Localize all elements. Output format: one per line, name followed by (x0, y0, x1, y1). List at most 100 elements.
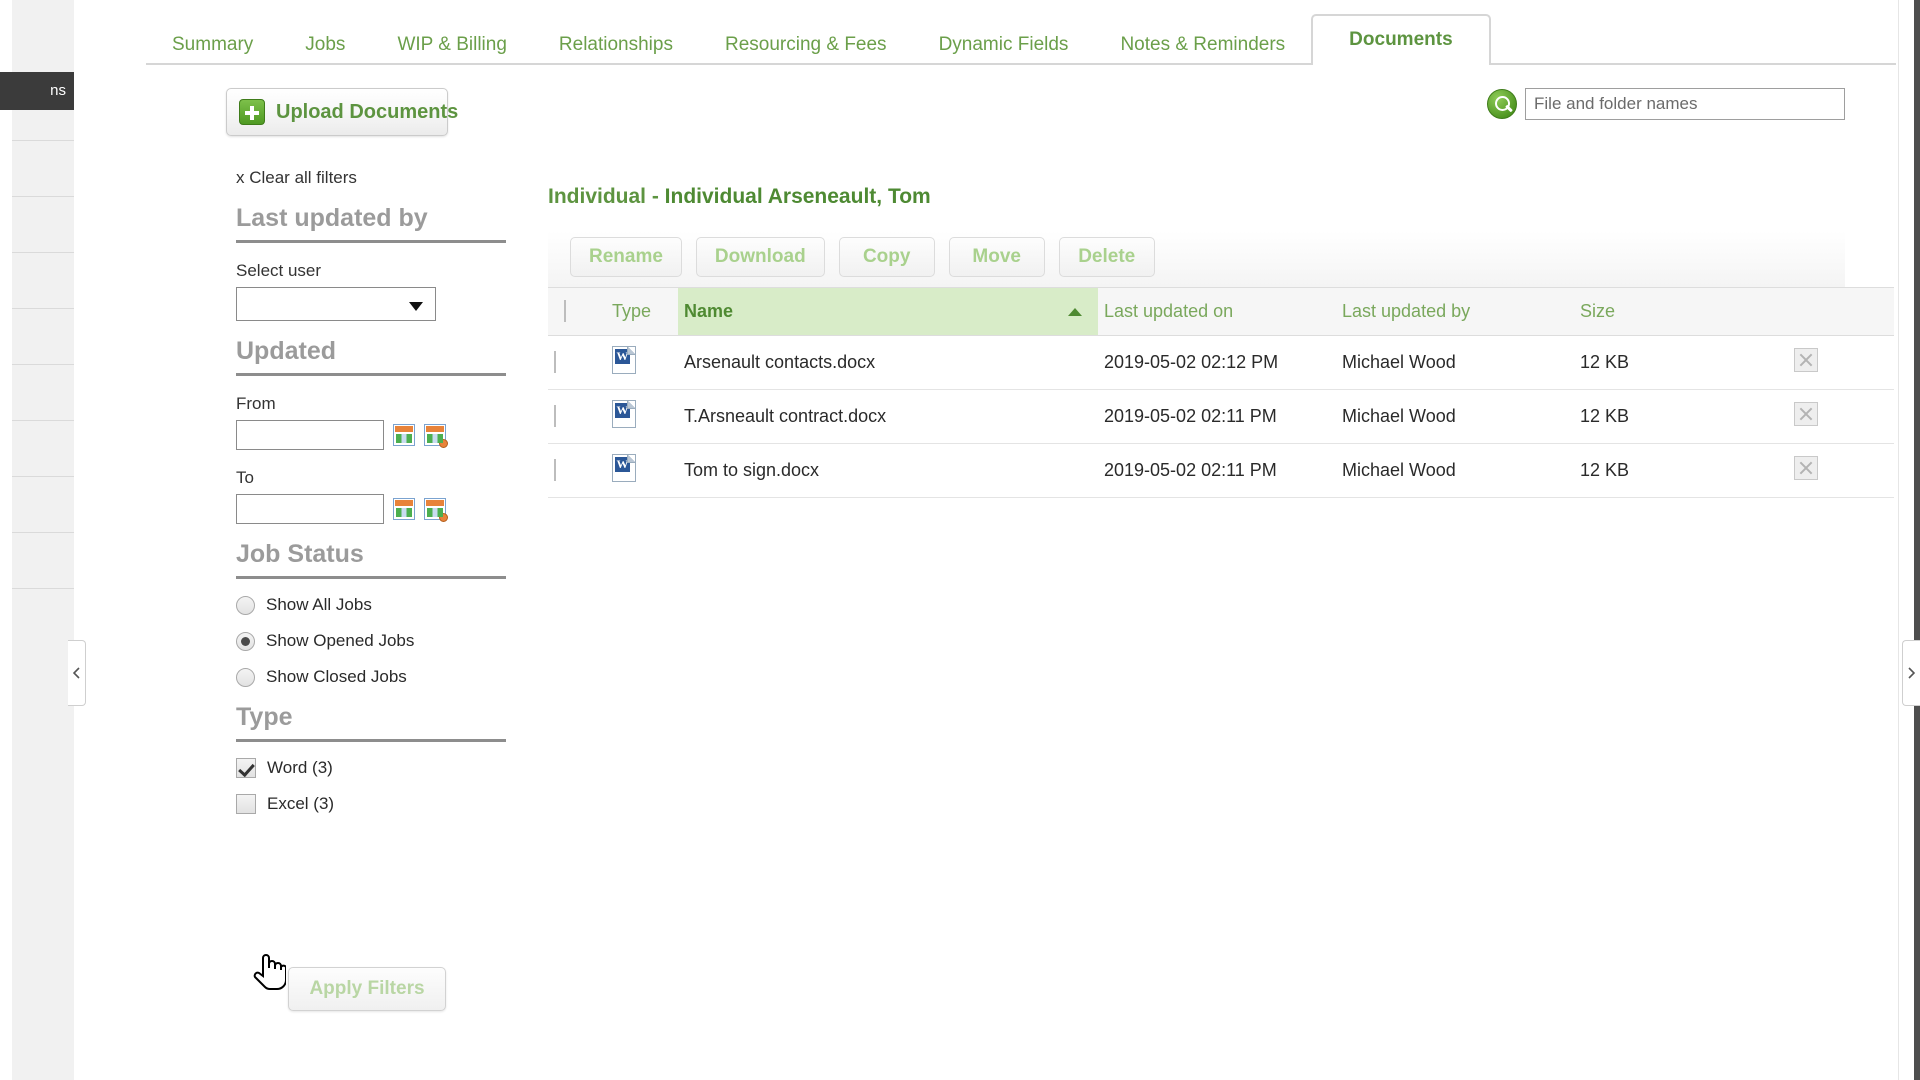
word-document-icon: W (612, 346, 636, 374)
left-chrome-divider (12, 588, 74, 589)
breadcrumb: Individual - Individual Arseneault, Tom (548, 185, 1845, 209)
move-button[interactable]: Move (948, 237, 1045, 277)
row-checkbox[interactable] (554, 351, 556, 373)
document-search (1487, 88, 1845, 120)
left-chrome-divider (12, 364, 74, 365)
calendar-clear-icon[interactable] (424, 498, 448, 522)
search-icon[interactable] (1487, 89, 1517, 119)
table-row[interactable]: W Tom to sign.docx 2019-05-02 02:11 PM Mich… (548, 443, 1894, 498)
filters-sidebar: x Clear all filters Last updated by Sele… (236, 168, 506, 814)
type-filter-label: Word (3) (267, 758, 333, 777)
job-status-option[interactable]: Show Opened Jobs (236, 631, 506, 651)
header-type[interactable]: Type (606, 287, 678, 336)
left-chrome-divider (12, 196, 74, 197)
left-nav-active-item[interactable]: ns (0, 72, 74, 110)
radio-unselected-icon[interactable] (236, 595, 255, 615)
header-actions (1774, 287, 1894, 336)
row-last-updated-by-cell: Michael Wood (1336, 335, 1574, 390)
type-options: Word (3) Excel (3) (236, 758, 506, 814)
rename-button[interactable]: Rename (570, 237, 682, 277)
calendar-clear-badge (439, 513, 448, 522)
left-chrome-divider (12, 532, 74, 533)
updated-from-input[interactable] (236, 420, 384, 450)
row-checkbox[interactable] (554, 405, 556, 427)
row-type-cell: W (606, 443, 678, 498)
tabstrip-underline (146, 63, 1896, 65)
row-select-cell (548, 389, 606, 444)
collapse-left-panel-handle[interactable] (68, 640, 86, 706)
left-chrome-divider (12, 308, 74, 309)
job-status-option[interactable]: Show Closed Jobs (236, 667, 506, 687)
filter-heading-updated: Updated (236, 337, 506, 376)
delete-row-icon[interactable] (1794, 348, 1818, 372)
header-name[interactable]: Name (678, 287, 1098, 336)
upload-documents-label: Upload Documents (276, 100, 459, 123)
radio-selected-icon[interactable] (236, 631, 255, 651)
delete-button[interactable]: Delete (1058, 237, 1155, 277)
checkbox-unchecked-icon[interactable] (236, 794, 256, 814)
tab-jobs[interactable]: Jobs (279, 26, 371, 64)
calendar-clear-icon[interactable] (424, 424, 448, 448)
row-last-updated-on-cell: 2019-05-02 02:12 PM (1098, 335, 1336, 390)
tab-dynamic-fields[interactable]: Dynamic Fields (913, 26, 1095, 64)
checkbox-checked-icon[interactable] (236, 758, 256, 778)
delete-row-icon[interactable] (1794, 456, 1818, 480)
select-user-dropdown[interactable] (236, 287, 436, 321)
tab-wip-billing[interactable]: WIP & Billing (371, 26, 532, 64)
tab-notes-reminders[interactable]: Notes & Reminders (1094, 26, 1311, 64)
chevron-right-icon (1908, 667, 1915, 679)
tab-relationships[interactable]: Relationships (533, 26, 699, 64)
left-chrome-strip (0, 0, 12, 1080)
clear-all-filters-link[interactable]: x Clear all filters (236, 168, 506, 188)
delete-row-icon[interactable] (1794, 402, 1818, 426)
calendar-icon[interactable] (393, 424, 415, 446)
tab-label: Relationships (558, 34, 673, 55)
job-status-option[interactable]: Show All Jobs (236, 595, 506, 615)
row-name-cell[interactable]: Tom to sign.docx (678, 443, 1098, 498)
row-actions-cell (1774, 389, 1894, 444)
select-all-checkbox[interactable] (564, 300, 566, 322)
tab-resourcing-fees[interactable]: Resourcing & Fees (699, 26, 913, 64)
row-last-updated-on-cell: 2019-05-02 02:11 PM (1098, 443, 1336, 498)
upload-documents-button[interactable]: Upload Documents (226, 88, 458, 136)
entity-tabs: Summary Jobs WIP & Billing Relationships Res… (146, 14, 1896, 66)
tab-summary[interactable]: Summary (146, 26, 279, 64)
row-actions-cell (1774, 443, 1894, 498)
table-row[interactable]: W Arsenault contacts.docx 2019-05-02 02:12… (548, 335, 1894, 390)
type-filter-option[interactable]: Excel (3) (236, 794, 506, 814)
header-last-updated-on[interactable]: Last updated on (1098, 287, 1336, 336)
tab-label: WIP & Billing (397, 34, 507, 55)
filter-heading-job-status: Job Status (236, 540, 506, 579)
copy-button[interactable]: Copy (838, 237, 935, 277)
search-input[interactable] (1525, 88, 1845, 120)
job-status-option-label: Show Closed Jobs (266, 667, 407, 686)
collapse-right-panel-handle[interactable] (1902, 640, 1920, 706)
updated-to-input[interactable] (236, 494, 384, 524)
row-name-cell[interactable]: T.Arsneault contract.docx (678, 389, 1098, 444)
type-filter-label: Excel (3) (267, 794, 335, 813)
row-size-cell: 12 KB (1574, 389, 1774, 444)
filter-heading-type: Type (236, 703, 506, 742)
row-checkbox[interactable] (554, 459, 556, 481)
left-chrome-divider (12, 420, 74, 421)
table-row[interactable]: W T.Arsneault contract.docx 2019-05-02 02:… (548, 389, 1894, 444)
calendar-icon[interactable] (393, 498, 415, 520)
radio-unselected-icon[interactable] (236, 667, 255, 687)
plus-icon (239, 99, 265, 125)
type-filter-option[interactable]: Word (3) (236, 758, 506, 778)
apply-filters-button[interactable]: Apply Filters (288, 967, 446, 1011)
download-button[interactable]: Download (695, 237, 825, 277)
header-name-label: Name (684, 301, 734, 321)
row-name-cell[interactable]: Arsenault contacts.docx (678, 335, 1098, 390)
row-last-updated-by-cell: Michael Wood (1336, 443, 1574, 498)
main-panel: Summary Jobs WIP & Billing Relationships Res… (86, 0, 1898, 1080)
header-last-updated-by[interactable]: Last updated by (1336, 287, 1574, 336)
job-status-option-label: Show All Jobs (266, 595, 372, 614)
updated-to-label: To (236, 468, 254, 487)
tab-label: Notes & Reminders (1120, 34, 1286, 55)
documents-table-head: Type Name Last updated on Last updated b… (548, 287, 1894, 336)
calendar-clear-badge (439, 439, 448, 448)
tab-documents[interactable]: Documents (1311, 14, 1491, 66)
documents-content: Individual - Individual Arseneault, Tom … (548, 185, 1894, 498)
header-size[interactable]: Size (1574, 287, 1774, 336)
